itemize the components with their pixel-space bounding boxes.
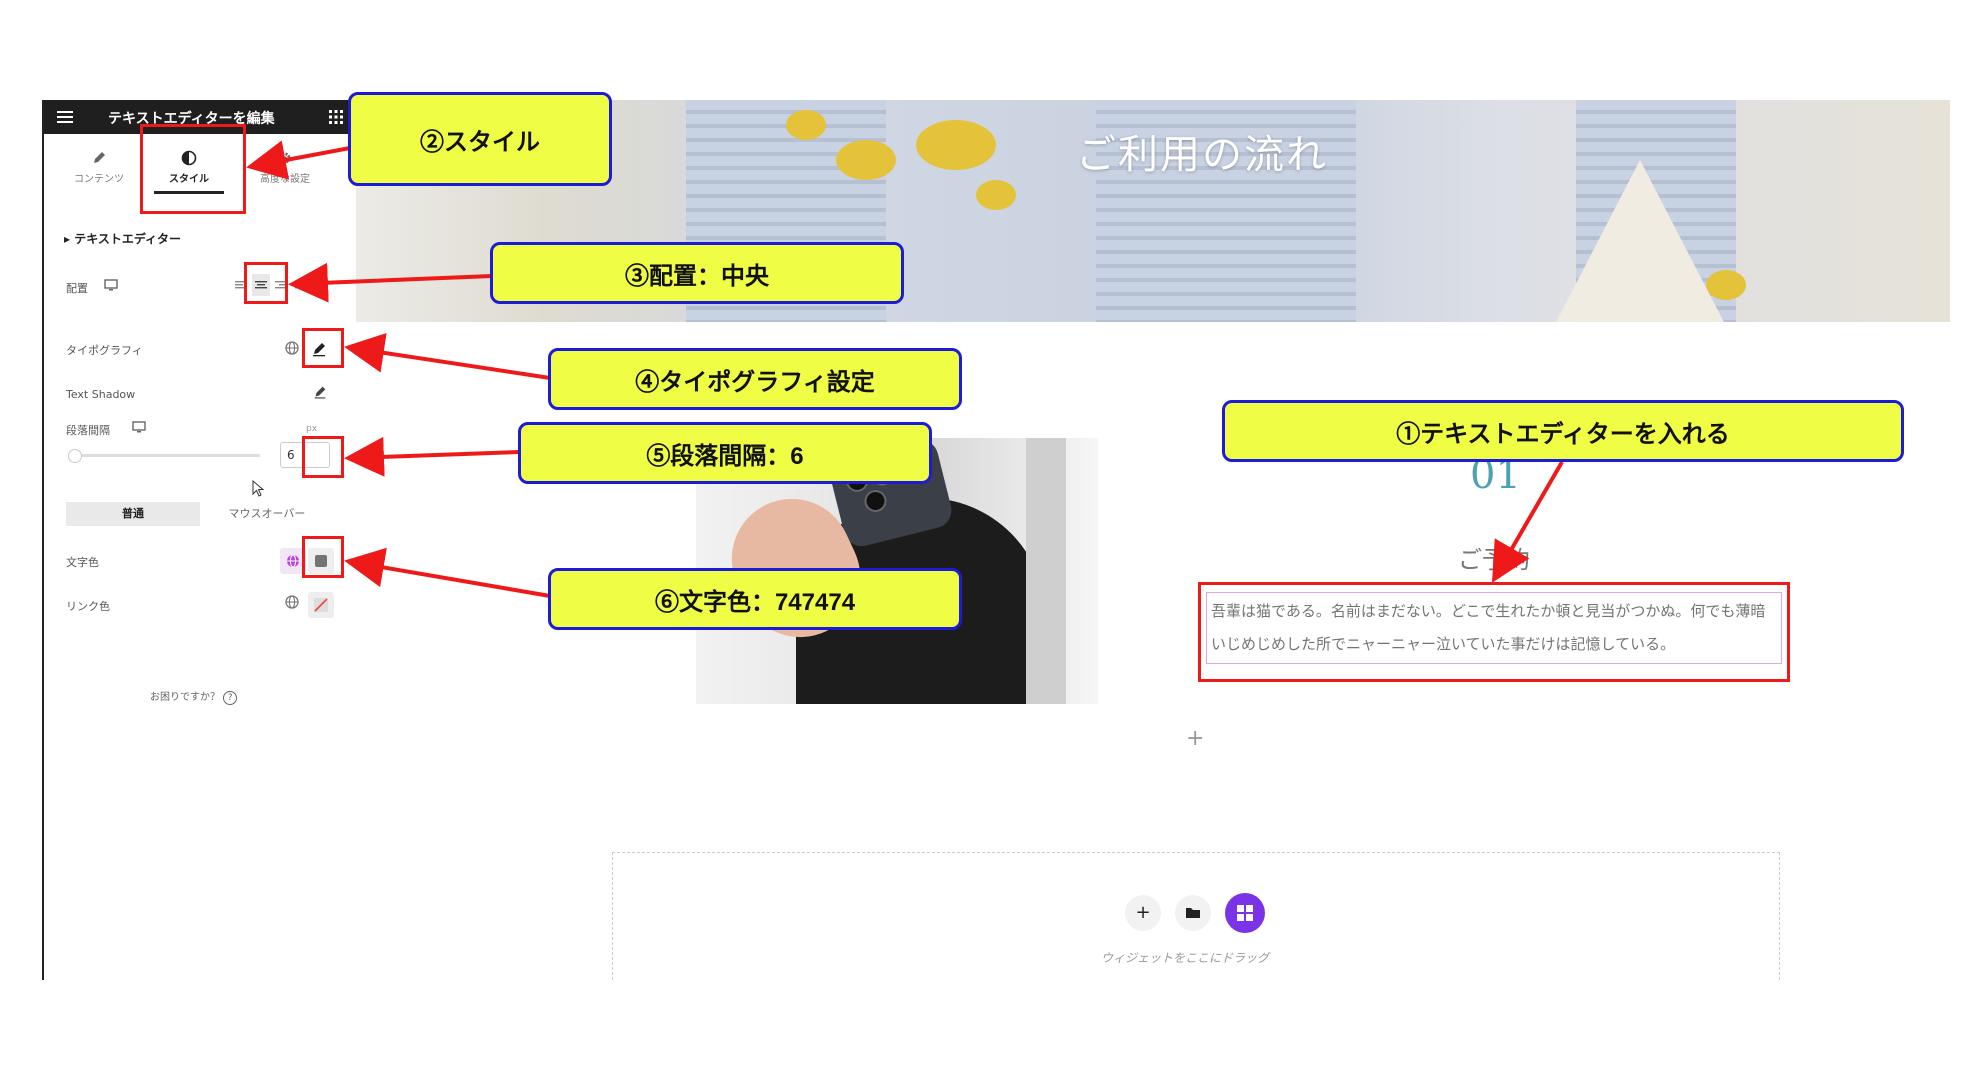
caret-right-icon: ▸ [64,232,75,246]
folder-icon [1186,908,1200,918]
elementor-grid-icon [1225,893,1265,933]
highlight-text-editor [1198,582,1790,682]
globe-icon [287,554,299,568]
callout-4-typography: ④タイポグラフィ設定 [548,348,962,410]
hero-title: ご利用の流れ [1076,132,1328,178]
text-shadow-label: Text Shadow [66,388,136,401]
desktop-icon[interactable] [132,420,146,434]
step-title: ご予約 [1458,546,1530,574]
highlight-spacing-input [302,436,344,478]
section-text-editor[interactable]: ▸ テキストエディター [64,230,181,247]
tab-advanced-label: 高度な設定 [260,174,310,185]
arrow-spacing [344,436,521,477]
desktop-icon[interactable] [104,278,118,292]
photo-background-pole [1026,438,1066,704]
spacing-slider-handle[interactable] [68,449,82,463]
callout-3-alignment: ③配置：中央 [490,242,904,304]
question-circle-icon: ? [223,691,238,705]
hamburger-menu-icon[interactable] [56,108,74,126]
camera-lens [862,487,889,515]
callout-1-insert-text-editor: ①テキストエディターを入れる [1222,400,1904,462]
widget-dropzone[interactable]: + ウィジェットをここにドラッグ [612,852,1780,980]
unit-select[interactable]: px [306,424,317,434]
highlight-align-center [244,262,288,304]
spacing-slider-track[interactable] [70,454,260,457]
template-library-button[interactable] [1175,895,1211,931]
dropzone-hint: ウィジェットをここにドラッグ [1101,951,1270,965]
widget-library-button[interactable] [1225,893,1265,933]
plus-icon: + [1135,902,1151,923]
highlight-text-color [302,536,344,578]
help-text: お困りですか？ [150,692,220,703]
gear-icon [279,152,291,164]
paragraph-spacing-label: 段落間隔 [66,424,110,437]
align-justify-icon [295,281,307,289]
help-link[interactable]: お困りですか？ ? [150,688,238,705]
mimosa-decoration [836,140,896,180]
link-color-label: リンク色 [66,600,110,613]
tab-content[interactable]: コンテンツ [54,144,144,188]
callout-2-style: ②スタイル [348,92,612,186]
globe-icon[interactable] [284,340,300,356]
tab-advanced[interactable]: 高度な設定 [240,144,330,188]
arrow-text-color [344,547,551,598]
section-title: テキストエディター [74,232,182,246]
state-tab-hover[interactable]: マウスオーバー [200,502,334,526]
arrow-typography [344,333,551,380]
add-section-button[interactable]: + [1125,895,1161,931]
wooden-tree-decoration [1552,160,1728,322]
callout-5-paragraph-spacing: ⑤段落間隔：6 [518,422,932,484]
globe-icon[interactable] [284,594,300,610]
no-color-icon [314,598,328,612]
add-element-button[interactable]: + [1186,726,1204,751]
tab-content-label: コンテンツ [74,174,124,185]
mimosa-decoration [976,180,1016,210]
state-tab-normal[interactable]: 普通 [66,502,200,526]
alignment-label: 配置 [66,282,88,295]
pencil-icon [94,152,105,163]
align-justify-button[interactable] [292,274,310,296]
mouse-cursor-icon [252,480,265,497]
widgets-grid-icon[interactable] [328,109,344,125]
edit-shadow-icon[interactable] [312,384,328,400]
typography-label: タイポグラフィ [66,344,143,357]
highlight-typography [302,328,344,368]
highlight-style-tab [140,124,246,214]
text-color-label: 文字色 [66,556,99,569]
mimosa-decoration [916,120,996,170]
callout-6-text-color: ⑥文字色：747474 [548,568,962,630]
mimosa-decoration [786,110,826,140]
link-color-swatch[interactable] [308,592,334,618]
